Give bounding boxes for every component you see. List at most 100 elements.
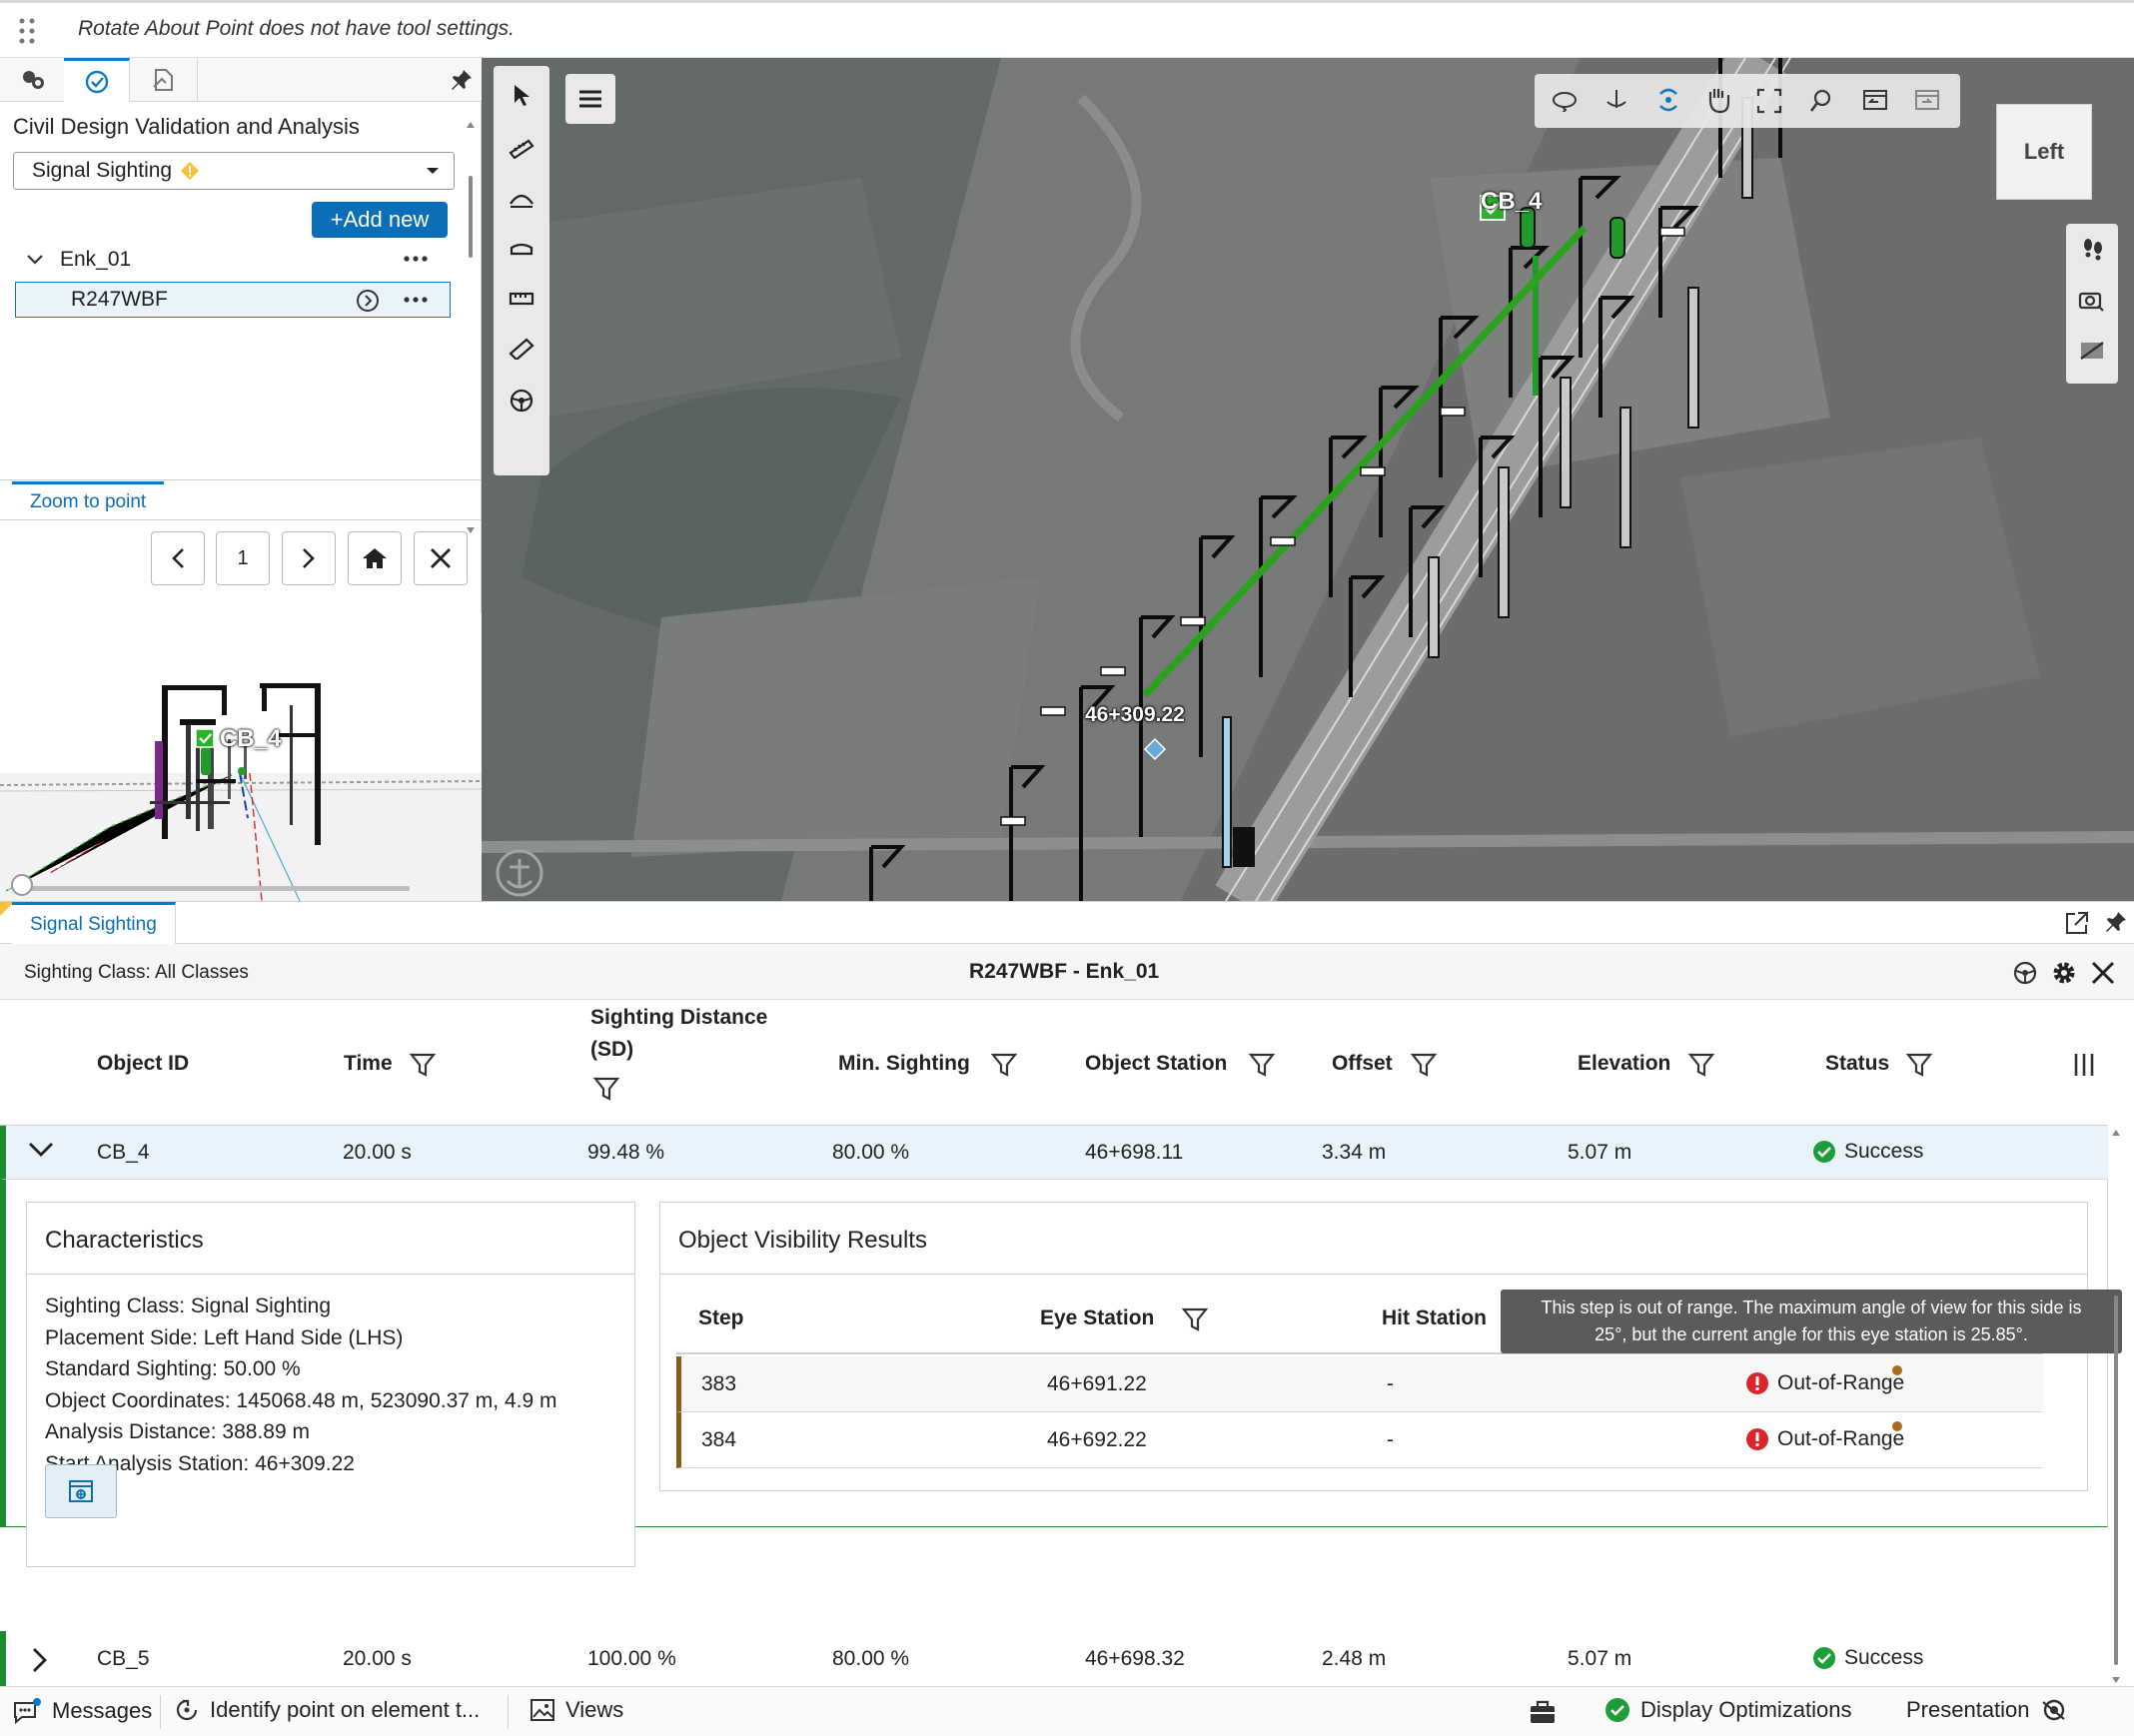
view-cube-face[interactable]: Left: [1996, 104, 2092, 200]
section-tool-button[interactable]: [497, 224, 546, 274]
filter-icon[interactable]: [1688, 1052, 1714, 1078]
characteristics-panel: Characteristics Sighting Class: Signal S…: [26, 1202, 635, 1567]
column-sighting-distance[interactable]: Sighting Distance: [590, 1006, 767, 1030]
properties-icon: [150, 67, 178, 93]
status-text: Out-of-Range: [1777, 1371, 1905, 1394]
table-row[interactable]: 383 46+691.22 - Out-of-Range: [676, 1356, 2043, 1412]
tree-item-r247wbf[interactable]: R247WBF: [15, 282, 451, 318]
home-button[interactable]: [348, 531, 402, 585]
left-panel-scrollbar[interactable]: [466, 118, 476, 537]
popout-icon[interactable]: [2064, 910, 2090, 936]
profile-arc-icon: [509, 190, 534, 208]
home-icon: [362, 546, 388, 570]
next-button[interactable]: [282, 531, 336, 585]
rotate-icon[interactable]: [1551, 88, 1579, 112]
filter-icon[interactable]: [991, 1052, 1017, 1078]
table-row[interactable]: CB_5 20.00 s 100.00 % 80.00 % 46+698.32 …: [0, 1631, 2108, 1687]
signal-sighting-panel: Signal Sighting Sighting Class: All Clas…: [0, 901, 2134, 1687]
pin-icon[interactable]: [450, 68, 474, 92]
pin-icon[interactable]: [2104, 910, 2128, 934]
steering-wheel-button[interactable]: [497, 376, 546, 426]
column-step[interactable]: Step: [698, 1306, 744, 1330]
tab-properties[interactable]: [130, 58, 198, 102]
tool-settings-message: Rotate About Point does not have tool se…: [78, 17, 516, 40]
column-hit-station[interactable]: Hit Station: [1382, 1306, 1487, 1330]
views-button[interactable]: Views: [530, 1697, 623, 1723]
camera-icon[interactable]: [2078, 288, 2106, 312]
3d-viewport[interactable]: Left CB_4 46+309.22: [482, 58, 2134, 901]
display-optimizations-button[interactable]: Display Optimizations: [1604, 1697, 1852, 1723]
info-dot-icon[interactable]: [1891, 1420, 1903, 1432]
column-eye-station[interactable]: Eye Station: [1040, 1306, 1154, 1330]
steering-wheel-icon[interactable]: [2012, 960, 2038, 986]
rotate-about-point-icon[interactable]: [1602, 88, 1630, 114]
measure-distance-button[interactable]: [497, 124, 546, 174]
table-scrollbar[interactable]: [2110, 1126, 2122, 1687]
close-icon[interactable]: [2090, 960, 2116, 986]
page-number-input[interactable]: 1: [216, 531, 270, 585]
column-chooser-icon[interactable]: [2072, 1052, 2096, 1078]
next-view-icon[interactable]: [1914, 88, 1940, 112]
select-tool-button[interactable]: [497, 70, 546, 120]
cell-step: 383: [701, 1372, 737, 1395]
area-measure-button[interactable]: [497, 274, 546, 324]
gear-icon[interactable]: [2050, 959, 2078, 987]
filter-icon[interactable]: [1906, 1052, 1932, 1078]
more-options-icon[interactable]: [404, 256, 428, 262]
tab-layers[interactable]: [0, 58, 68, 102]
tree-group-enk01[interactable]: Enk_01: [26, 248, 131, 272]
chevron-left-icon: [171, 547, 185, 569]
walk-footprints-icon[interactable]: [2080, 236, 2106, 262]
cell-elevation: 5.07 m: [1568, 1141, 1632, 1164]
filter-icon[interactable]: [1411, 1052, 1437, 1078]
drag-handle-icon[interactable]: [18, 17, 36, 45]
filter-icon[interactable]: [1249, 1052, 1275, 1078]
zoom-window-icon[interactable]: [1808, 88, 1834, 114]
more-options-icon[interactable]: [404, 297, 428, 303]
column-elevation[interactable]: Elevation: [1578, 1052, 1670, 1076]
tab-zoom-to-point[interactable]: Zoom to point: [12, 481, 165, 519]
previous-view-icon[interactable]: [1862, 88, 1888, 112]
chevron-right-icon[interactable]: [32, 1647, 48, 1673]
left-toolbar: [494, 66, 549, 475]
briefcase-icon[interactable]: [1529, 1699, 1557, 1725]
column-status[interactable]: Status: [1825, 1052, 1889, 1076]
status-badge: Success: [1812, 1140, 1923, 1164]
column-object-station[interactable]: Object Station: [1085, 1052, 1227, 1076]
table-row[interactable]: 384 46+692.22 - Out-of-Range: [676, 1412, 2043, 1468]
previous-button[interactable]: [151, 531, 205, 585]
analysis-type-select[interactable]: Signal Sighting: [13, 152, 455, 190]
filter-icon[interactable]: [410, 1052, 436, 1078]
preview-viewport[interactable]: CB_4: [0, 613, 482, 901]
filter-icon[interactable]: [1182, 1306, 1208, 1332]
chevron-down-icon[interactable]: [26, 254, 44, 266]
measure-height-button[interactable]: [497, 324, 546, 374]
column-offset[interactable]: Offset: [1332, 1052, 1393, 1076]
shadow-toggle-icon[interactable]: [2078, 338, 2106, 364]
navigate-circle-icon[interactable]: [356, 289, 380, 313]
chevron-down-icon[interactable]: [28, 1142, 54, 1158]
presentation-button[interactable]: Presentation: [1906, 1697, 2068, 1723]
fit-view-icon[interactable]: [1756, 88, 1782, 114]
cell-time: 20.00 s: [343, 1141, 412, 1164]
messages-button[interactable]: Messages: [12, 1697, 152, 1725]
tab-signal-sighting[interactable]: Signal Sighting: [12, 902, 176, 944]
filter-icon[interactable]: [593, 1076, 619, 1102]
rotate-active-icon[interactable]: [1654, 86, 1682, 114]
object-label-cb4: CB_4: [1481, 188, 1543, 215]
menu-button[interactable]: [565, 74, 615, 124]
tooltip-line: This step is out of range. The maximum a…: [1541, 1298, 2082, 1317]
tool-assistance[interactable]: Identify point on element t...: [174, 1697, 480, 1723]
column-min-sighting[interactable]: Min. Sighting: [838, 1052, 970, 1076]
pan-hand-icon[interactable]: [1704, 86, 1730, 114]
table-row[interactable]: CB_4 20.00 s 99.48 % 80.00 % 46+698.11 3…: [0, 1126, 2108, 1180]
profile-tool-button[interactable]: [497, 174, 546, 224]
tab-validation[interactable]: [64, 58, 130, 102]
column-object-id[interactable]: Object ID: [97, 1052, 189, 1076]
info-dot-icon[interactable]: [1891, 1364, 1903, 1376]
close-button[interactable]: [414, 531, 468, 585]
column-time[interactable]: Time: [344, 1052, 393, 1076]
zoom-to-object-button[interactable]: [45, 1464, 117, 1518]
add-new-button[interactable]: +Add new: [312, 202, 448, 238]
sighting-class-filter[interactable]: Sighting Class: All Classes: [24, 962, 249, 984]
